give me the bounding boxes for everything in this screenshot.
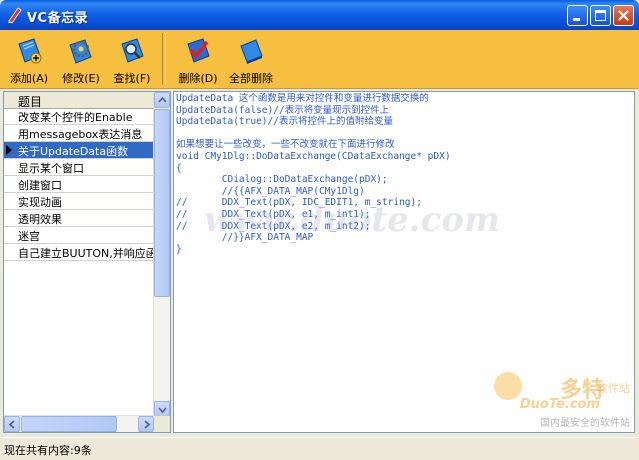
list-item-label: 改变某个控件的Enable <box>18 111 133 124</box>
pen-icon <box>8 7 22 24</box>
list-item-label: 透明效果 <box>18 213 62 226</box>
close-icon <box>618 10 629 21</box>
window-title: VC备忘录 <box>27 11 89 26</box>
content-line: UpdateData(true)//表示将控件上的值附给变量 <box>176 116 393 128</box>
book-icon <box>240 39 263 64</box>
list-item[interactable]: 迷宫 <box>4 227 154 244</box>
maximize-icon <box>595 10 606 21</box>
chevron-up-icon <box>158 96 167 103</box>
book-edit-icon <box>69 39 92 64</box>
find-button[interactable]: 查找(F) <box>107 32 157 86</box>
delete-all-button[interactable]: 全部删除 <box>224 32 278 86</box>
chevron-down-icon <box>158 407 167 414</box>
watermark-logo: 多特 软件站 DuoTe.com 国内最安全的软件站 <box>494 370 634 430</box>
content-line: UpdateData(false)//表示将变量现示到控件上 <box>176 104 390 116</box>
list-item-label: 实现动画 <box>18 196 62 209</box>
watermark-logo-en: DuoTe.com <box>519 397 600 412</box>
edit-button[interactable]: 修改(E) <box>56 32 106 86</box>
list-item-label: 创建窗口 <box>18 179 62 192</box>
watermark-slogan: 国内最安全的软件站 <box>540 418 630 429</box>
list-item-label: 迷宫 <box>18 230 40 243</box>
scroll-corner <box>154 416 170 432</box>
book-find-icon <box>121 38 144 63</box>
watermark-url: www.duote.com <box>204 200 500 240</box>
content-line: } <box>176 243 182 255</box>
content-line: { <box>176 162 182 174</box>
chevron-right-icon <box>144 420 151 429</box>
list-horizontal-scrollbar[interactable] <box>4 415 154 432</box>
status-text: 现在共有内容:9条 <box>4 444 92 457</box>
maximize-button[interactable] <box>590 5 611 26</box>
book-add-icon <box>18 38 42 64</box>
list-item[interactable]: 改变某个控件的Enable <box>4 108 154 125</box>
list-vertical-scrollbar[interactable] <box>153 92 170 417</box>
watermark-logo-sub: 软件站 <box>597 382 630 395</box>
duote-logo-icon <box>494 372 522 400</box>
delete-all-label: 全部删除 <box>229 72 273 85</box>
content-line: UpdateData 这个函数是用来对控件和变量进行数据交换的 <box>176 93 429 104</box>
content-line: 如果想要让一些改变，一些不改变就在下面进行修改 <box>176 139 395 151</box>
topic-list[interactable]: 题目 改变某个控件的Enable 用messagebox表达消息 关于Updat… <box>3 91 171 433</box>
chevron-left-icon <box>8 420 15 429</box>
list-item-label: 关于UpdateData函数 <box>18 145 129 158</box>
memo-content[interactable]: UpdateData 这个函数是用来对控件和变量进行数据交换的 UpdateDa… <box>173 91 635 433</box>
list-item-label: 自己建立BUUTON,并响应函 <box>18 247 154 260</box>
list-item-label: 显示某个窗口 <box>18 162 84 175</box>
content-line: //{{AFX_DATA_MAP(CMy1Dlg) <box>176 185 365 197</box>
close-button[interactable] <box>613 5 634 26</box>
add-button[interactable]: 添加(A) <box>4 32 54 86</box>
content-line: CDialog::DoDataExchange(pDX); <box>176 174 388 186</box>
list-item[interactable]: 透明效果 <box>4 210 154 227</box>
status-bar: 现在共有内容:9条 <box>0 437 639 460</box>
title-bar[interactable]: VC备忘录 <box>0 0 639 30</box>
list-item-selected[interactable]: 关于UpdateData函数 <box>4 142 154 159</box>
scroll-down-button[interactable] <box>154 401 170 417</box>
edit-label: 修改(E) <box>62 72 100 85</box>
scroll-thumb[interactable] <box>154 109 170 297</box>
row-pointer-icon <box>6 145 12 155</box>
list-item[interactable]: 用messagebox表达消息 <box>4 125 154 142</box>
scroll-left-button[interactable] <box>4 416 20 432</box>
list-item-label: 用messagebox表达消息 <box>18 128 143 141</box>
scroll-up-button[interactable] <box>154 92 170 108</box>
content-line: void CMy1Dlg::DoDataExchange(CDataExchan… <box>176 150 451 162</box>
delete-label: 删除(D) <box>178 72 218 85</box>
list-header[interactable]: 题目 <box>4 92 154 109</box>
scroll-thumb-horizontal[interactable] <box>21 416 117 432</box>
find-label: 查找(F) <box>113 72 151 85</box>
minimize-button[interactable] <box>567 5 588 26</box>
app-window: VC备忘录 添加(A) 修改(E) 查找(F) 删除(D) 全部删除 题目 改变… <box>0 0 639 460</box>
list-item[interactable]: 实现动画 <box>4 193 154 210</box>
list-rows: 题目 改变某个控件的Enable 用messagebox表达消息 关于Updat… <box>4 92 154 417</box>
list-item[interactable]: 自己建立BUUTON,并响应函 <box>4 244 154 261</box>
toolbar-separator <box>162 33 166 85</box>
list-item[interactable]: 创建窗口 <box>4 176 154 193</box>
minimize-icon <box>573 18 580 21</box>
toolbar: 添加(A) 修改(E) 查找(F) 删除(D) 全部删除 <box>0 30 639 89</box>
delete-button[interactable]: 删除(D) <box>174 32 222 86</box>
scroll-right-button[interactable] <box>138 416 154 432</box>
book-delete-icon <box>187 38 210 63</box>
list-item[interactable]: 显示某个窗口 <box>4 159 154 176</box>
add-label: 添加(A) <box>9 72 49 85</box>
